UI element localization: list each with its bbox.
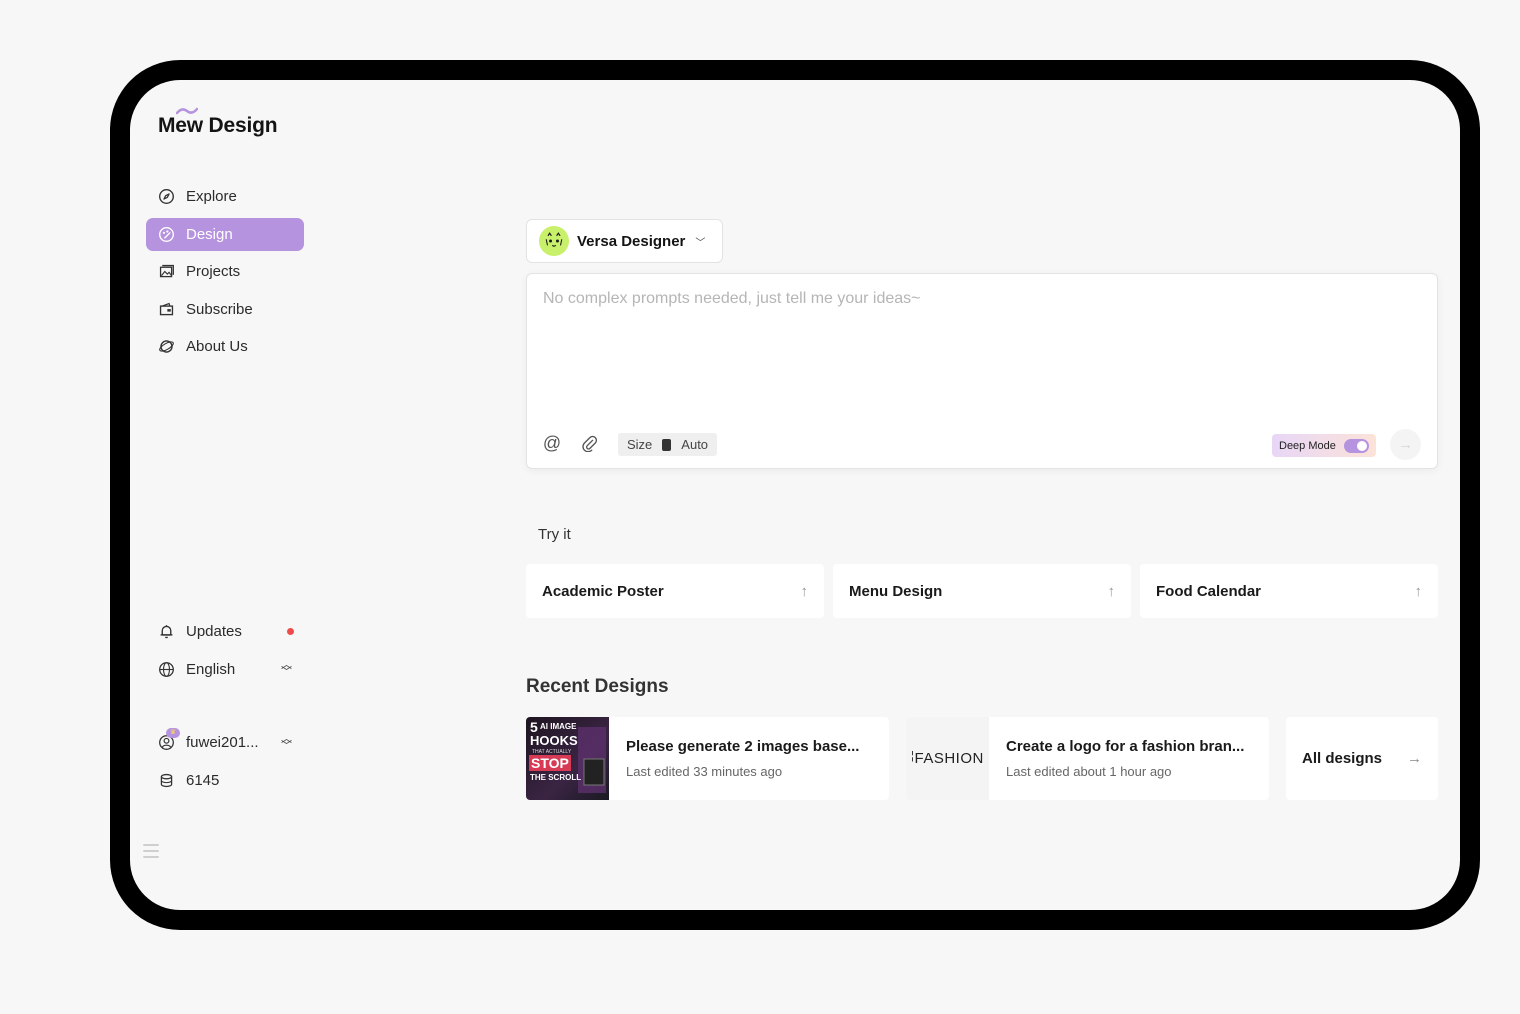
recent-design-card[interactable]: 5 AI IMAGE HOOKS THAT ACTUALLY STOP THE … <box>526 717 889 800</box>
sidebar-item-design[interactable]: Design <box>146 217 304 251</box>
logo-wave-icon <box>176 107 198 115</box>
chevron-updown-icon: ︿ ﹀ <box>281 732 292 752</box>
app-screen: Mew Design Explore Design Projects Subsc… <box>130 80 1460 910</box>
sidebar-nav: Explore Design Projects Subscribe About … <box>146 180 304 368</box>
globe-icon <box>156 659 176 679</box>
size-value: Auto <box>681 437 709 452</box>
thumb-text: AI IMAGE <box>540 722 577 731</box>
notification-dot <box>287 628 294 635</box>
sidebar-item-label: About Us <box>186 338 248 355</box>
paperclip-icon[interactable] <box>578 432 600 454</box>
design-timestamp: Last edited 33 minutes ago <box>626 764 783 779</box>
design-timestamp: Last edited about 1 hour ago <box>1006 764 1172 779</box>
agent-name: Versa Designer <box>577 232 686 250</box>
arrow-up-icon: ↑ <box>1107 582 1116 600</box>
language-label: English <box>186 660 236 678</box>
toggle-switch[interactable] <box>1344 439 1369 453</box>
thumb-text: FASHION <box>914 750 984 767</box>
try-card-label: Academic Poster <box>542 582 664 600</box>
try-card-menu-design[interactable]: Menu Design ↑ <box>833 564 1131 618</box>
try-it-label: Try it <box>538 526 571 543</box>
language-selector[interactable]: English ︿ ﹀ <box>146 653 304 686</box>
arrow-up-icon: ↑ <box>1414 582 1423 600</box>
coins-icon <box>156 770 176 790</box>
deep-mode-label: Deep Mode <box>1279 439 1336 452</box>
agent-avatar <box>539 226 569 256</box>
credits-count: 6145 <box>186 771 220 789</box>
thumb-text: THE SCROLL <box>530 773 581 782</box>
planet-icon <box>156 337 176 357</box>
palette-icon <box>156 224 176 244</box>
crown-icon: ♛ <box>166 728 180 738</box>
recent-design-card[interactable]: ¦FASHION Create a logo for a fashion bra… <box>906 717 1269 800</box>
try-card-food-calendar[interactable]: Food Calendar ↑ <box>1140 564 1438 618</box>
bell-icon <box>156 622 176 642</box>
sidebar-item-label: Projects <box>186 263 241 280</box>
credits-display: 6145 <box>146 764 304 797</box>
sidebar-item-updates[interactable]: Updates <box>146 615 304 648</box>
design-thumbnail: 5 AI IMAGE HOOKS THAT ACTUALLY STOP THE … <box>526 717 609 800</box>
sidebar-item-subscribe[interactable]: Subscribe <box>146 293 304 326</box>
thumb-text: HOOKS <box>530 733 578 748</box>
design-title: Please generate 2 images base... <box>626 738 860 755</box>
fashion-logo: ¦FASHION <box>911 750 984 767</box>
arrow-right-icon: → <box>1407 750 1422 767</box>
arrow-up-icon: ↑ <box>800 582 809 600</box>
mention-icon[interactable]: @ <box>541 432 563 454</box>
thumb-text: STOP <box>531 755 569 771</box>
try-card-label: Menu Design <box>849 582 943 600</box>
size-selector[interactable]: Size Auto <box>618 433 718 456</box>
prompt-input[interactable] <box>543 290 1413 410</box>
app-logo[interactable]: Mew Design <box>158 107 278 138</box>
sidebar-item-label: Design <box>186 225 233 243</box>
username: fuwei201... <box>186 734 259 751</box>
arrow-right-icon: → <box>1398 436 1413 453</box>
gallery-icon <box>156 262 176 282</box>
chevron-down-icon: ﹀ <box>695 237 706 249</box>
compass-icon <box>156 187 176 207</box>
deep-mode-toggle[interactable]: Deep Mode <box>1272 434 1376 457</box>
sidebar-item-about-us[interactable]: About Us <box>146 330 304 363</box>
menu-toggle-icon[interactable] <box>143 844 159 860</box>
sidebar-item-label: Subscribe <box>186 300 253 318</box>
try-card-label: Food Calendar <box>1156 582 1262 600</box>
send-button[interactable]: → <box>1390 429 1421 460</box>
user-block: ♛ fuwei201... ︿ ﹀ 6145 <box>146 726 304 801</box>
sidebar-item-label: Explore <box>186 188 237 205</box>
logo-text: Mew Design <box>158 114 278 137</box>
account-switcher[interactable]: ♛ fuwei201... ︿ ﹀ <box>146 726 304 759</box>
sidebar-item-projects[interactable]: Projects <box>146 255 304 288</box>
prompt-box: @ Size Auto Deep Mode → <box>526 273 1438 469</box>
design-thumbnail: ¦FASHION <box>906 717 989 800</box>
recent-designs-title: Recent Designs <box>526 676 669 697</box>
wallet-icon <box>156 299 176 319</box>
agent-selector[interactable]: Versa Designer ﹀ <box>526 219 723 263</box>
all-designs-button[interactable]: All designs → <box>1286 717 1438 800</box>
updates-label: Updates <box>186 623 242 640</box>
sidebar-item-explore[interactable]: Explore <box>146 180 304 213</box>
design-title: Create a logo for a fashion bran... <box>1006 738 1245 755</box>
sidebar-bottom: Updates English ︿ ﹀ <box>146 615 304 690</box>
try-card-academic-poster[interactable]: Academic Poster ↑ <box>526 564 824 618</box>
size-label: Size <box>627 437 653 452</box>
portrait-icon <box>662 438 672 451</box>
all-designs-label: All designs <box>1302 750 1383 767</box>
chevron-updown-icon: ︿ ﹀ <box>281 659 292 678</box>
